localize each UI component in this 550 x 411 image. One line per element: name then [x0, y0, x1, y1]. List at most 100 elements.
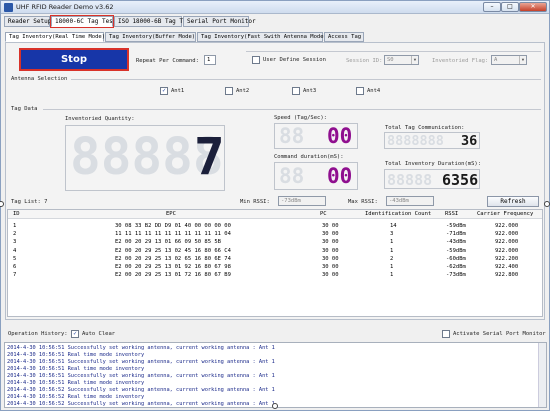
cell-epc: E2 00 20 29 13 01 66 09 50 85 5B	[115, 239, 221, 246]
cell-frequency: 922.000	[495, 223, 519, 229]
cell-count: 1	[390, 239, 394, 246]
log-line: 2014-4-30 10:56:51 Successfully set work…	[7, 345, 275, 351]
table-row[interactable]: 1 30 08 33 B2 DD D9 01 40 00 00 00 00 30 0…	[8, 223, 542, 231]
ant1-label: Ant1	[171, 88, 185, 94]
cell-count: 1	[390, 272, 394, 279]
command-duration-display: 88 00	[274, 162, 358, 190]
inventoried-flag-select[interactable]: A ▼	[491, 55, 527, 65]
tab-access-tag[interactable]: Access Tag	[324, 32, 364, 42]
cell-id: 3	[13, 239, 17, 246]
minimize-button[interactable]: –	[483, 2, 501, 12]
log-line: 2014-4-30 10:56:51 Real time mode invent…	[7, 352, 145, 358]
resize-handle-bottom[interactable]	[272, 403, 278, 409]
tab-buffer-mode[interactable]: Tag Inventory(Buffer Mode)	[105, 32, 196, 42]
activate-serial-label: Activate Serial Port Monitor	[453, 331, 546, 337]
refresh-button[interactable]: Refresh	[487, 196, 539, 207]
cell-frequency: 922.800	[495, 272, 519, 279]
table-row[interactable]: 7 E2 00 20 29 25 13 01 72 16 80 67 B9 30 0…	[8, 272, 542, 280]
session-id-label: Session ID:	[346, 58, 383, 64]
col-pc-header: PC	[320, 211, 327, 217]
close-button[interactable]: ✕	[519, 2, 547, 12]
ant3-checkbox[interactable]	[292, 87, 300, 95]
log-line: 2014-4-30 10:56:51 Successfully set work…	[7, 359, 275, 365]
stop-button[interactable]: Stop	[19, 48, 129, 71]
session-id-select[interactable]: S0 ▼	[384, 55, 419, 65]
table-header: ID EPC PC Identification Count RSSI Carr…	[8, 210, 542, 219]
inventoried-quantity-label: Inventoried Quantity:	[65, 116, 135, 122]
table-row[interactable]: 4 E2 00 20 29 25 13 02 45 16 80 66 C4 30 0…	[8, 248, 542, 256]
total-duration-ghost: 88888	[387, 171, 433, 189]
total-duration-value: 6356	[442, 171, 479, 189]
table-row[interactable]: 2 11 11 11 11 11 11 11 11 11 11 11 04 30 0…	[8, 231, 542, 239]
user-define-label: User Define Session	[263, 57, 326, 63]
log-line: 2014-4-30 10:56:52 Real time mode invent…	[7, 394, 145, 400]
total-communication-ghost: 8888888	[387, 133, 444, 149]
operation-history-label: Operation History:	[8, 331, 68, 337]
table-row[interactable]: 5 E2 00 20 29 25 13 02 65 16 80 6E 74 30 0…	[8, 256, 542, 264]
speed-display: 88 00	[274, 123, 358, 149]
cell-epc: 11 11 11 11 11 11 11 11 11 11 11 04	[115, 231, 231, 238]
cell-rssi: -59dBm	[446, 223, 466, 229]
repeat-label: Repeat Per Command:	[136, 58, 199, 64]
command-duration-label: Command duration(mS):	[274, 154, 344, 160]
table-row[interactable]: 3 E2 00 20 29 13 01 66 09 50 85 5B 30 00 1 -…	[8, 239, 542, 247]
speed-ghost: 88	[279, 124, 305, 148]
repeat-input[interactable]: 1	[204, 55, 216, 65]
cell-id: 7	[13, 272, 17, 279]
col-id-header: ID	[13, 211, 20, 217]
tag-data-group-line	[43, 109, 541, 110]
ant2-checkbox[interactable]	[225, 87, 233, 95]
operation-log[interactable]: 2014-4-30 10:56:51 Successfully set work…	[4, 342, 547, 408]
total-communication-label: Total Tag Communication:	[385, 125, 465, 131]
cell-epc: E2 00 20 29 25 13 01 72 16 80 67 B9	[115, 272, 231, 279]
cell-pc: 30 00	[322, 247, 339, 254]
cell-count: 3	[390, 231, 394, 238]
maximize-button[interactable]: □	[501, 2, 519, 12]
cell-id: 6	[13, 264, 17, 270]
auto-clear-checkbox[interactable]: ✓	[71, 330, 79, 338]
col-count-header: Identification Count	[365, 211, 432, 217]
tab-18000-6c[interactable]: 18000-6C Tag Test	[50, 15, 116, 28]
cell-rssi: -59dBm	[446, 247, 466, 254]
resize-handle-right[interactable]	[544, 201, 550, 207]
app-window: UHF RFID Reader Demo v3.62 – □ ✕ Reader …	[0, 0, 550, 411]
tag-list-label: Tag List: 7	[11, 199, 48, 205]
cell-pc: 30 00	[322, 239, 339, 246]
cell-epc: 30 08 33 B2 DD D9 01 40 00 00 00 00	[115, 223, 231, 229]
col-rssi-header: RSSI	[445, 211, 459, 217]
activate-serial-checkbox[interactable]	[442, 330, 450, 338]
resize-handle-left[interactable]	[0, 201, 4, 207]
speed-label: Speed (Tag/Sec):	[274, 115, 327, 121]
log-line: 2014-4-30 10:56:51 Successfully set work…	[7, 373, 275, 379]
command-duration-ghost: 88	[279, 164, 305, 188]
cell-id: 5	[13, 255, 17, 262]
cell-id: 1	[13, 223, 17, 229]
tag-data-label: Tag Data	[11, 106, 38, 112]
cell-id: 2	[13, 231, 17, 238]
tab-iso-18000-6b[interactable]: ISO 18000-6B Tag Test	[114, 16, 194, 27]
log-scrollbar[interactable]	[538, 343, 546, 407]
inventoried-quantity-value: 7	[194, 128, 225, 187]
tab-reader-setup[interactable]: Reader Setup	[4, 16, 51, 27]
cell-id: 4	[13, 247, 17, 254]
ant1-checkbox[interactable]: ✓	[160, 87, 168, 95]
cell-rssi: -43dBm	[446, 239, 466, 246]
total-duration-label: Total Inventory Duration(mS):	[385, 161, 482, 167]
total-duration-display: 88888 6356	[384, 169, 480, 189]
cell-count: 1	[390, 264, 394, 270]
tab-real-time-mode[interactable]: Tag Inventory(Real Time Mode)	[5, 32, 105, 42]
user-define-checkbox[interactable]	[252, 56, 260, 64]
cell-pc: 30 00	[322, 272, 339, 279]
table-row[interactable]: 6 E2 00 20 29 25 13 01 92 16 80 67 98 30 0…	[8, 264, 542, 272]
tab-fast-switch-mode[interactable]: Tag Inventory(Fast Swith Antenna Mode)	[197, 32, 327, 42]
col-epc-header: EPC	[166, 211, 176, 217]
tab-serial-port-monitor[interactable]: Serial Port Monitor	[183, 16, 256, 27]
ant4-checkbox[interactable]	[356, 87, 364, 95]
cell-count: 1	[390, 247, 394, 254]
command-duration-value: 00	[327, 164, 353, 188]
cell-epc: E2 00 20 29 25 13 02 65 16 80 6E 74	[115, 255, 231, 262]
tag-table[interactable]: ID EPC PC Identification Count RSSI Carr…	[7, 209, 543, 317]
cell-epc: E2 00 20 29 25 13 01 92 16 80 67 98	[115, 264, 231, 270]
inventoried-flag-label: Inventoried Flag:	[432, 58, 489, 64]
max-rssi-label: Max RSSI:	[348, 199, 378, 205]
